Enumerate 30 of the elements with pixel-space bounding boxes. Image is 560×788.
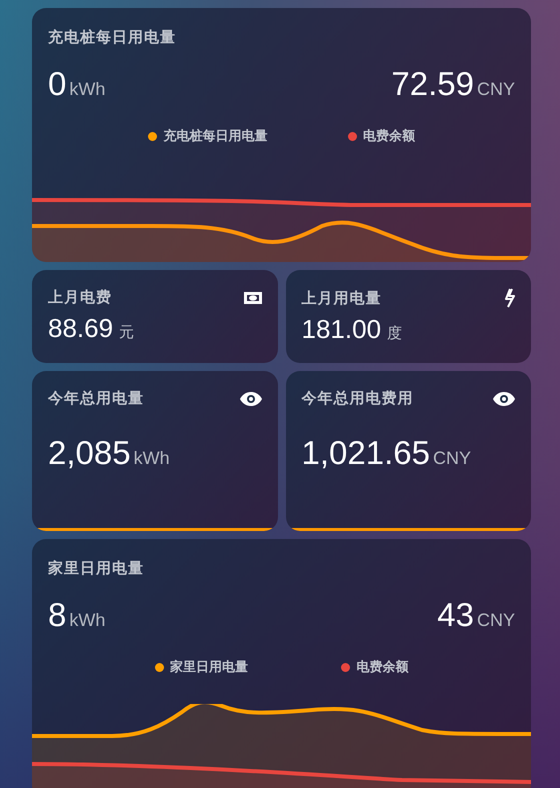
unit-label: CNY [432,448,471,468]
legend-label: 电费余额 [356,658,408,676]
eye-icon [240,392,262,406]
unit-label: kWh [69,79,106,99]
energy-value: 8 [48,596,66,633]
card-title: 充电桩每日用电量 [48,28,177,47]
unit-label: kWh [69,610,106,630]
card-title: 今年总用电量 [48,389,144,408]
sensor-value: 88.69 [48,313,114,343]
balance-value: 72.59 [391,65,474,102]
cash-icon [244,292,262,304]
card-title: 家里日用电量 [48,559,145,578]
card-title: 今年总用电费用 [302,389,414,408]
unit-label: CNY [476,610,515,630]
unit-label: kWh [134,448,170,468]
energy-value: 0 [48,65,66,102]
unit-label: 元 [119,324,134,341]
unit-label: CNY [476,79,515,99]
card-title: 上月用电量 [302,288,382,308]
legend-label: 电费余额 [362,127,415,145]
legend-label: 家里日用电量 [170,658,248,676]
card-title: 上月电费 [48,288,112,307]
eye-icon [493,392,515,406]
sensor-value: 181.00 [302,314,382,344]
sensor-value: 2,085 [48,434,131,471]
sensor-value: 1,021.65 [302,434,430,471]
unit-label: 度 [387,325,402,342]
legend-label: 充电桩每日用电量 [163,127,268,145]
flash-icon [504,288,515,308]
balance-value: 43 [437,596,474,633]
